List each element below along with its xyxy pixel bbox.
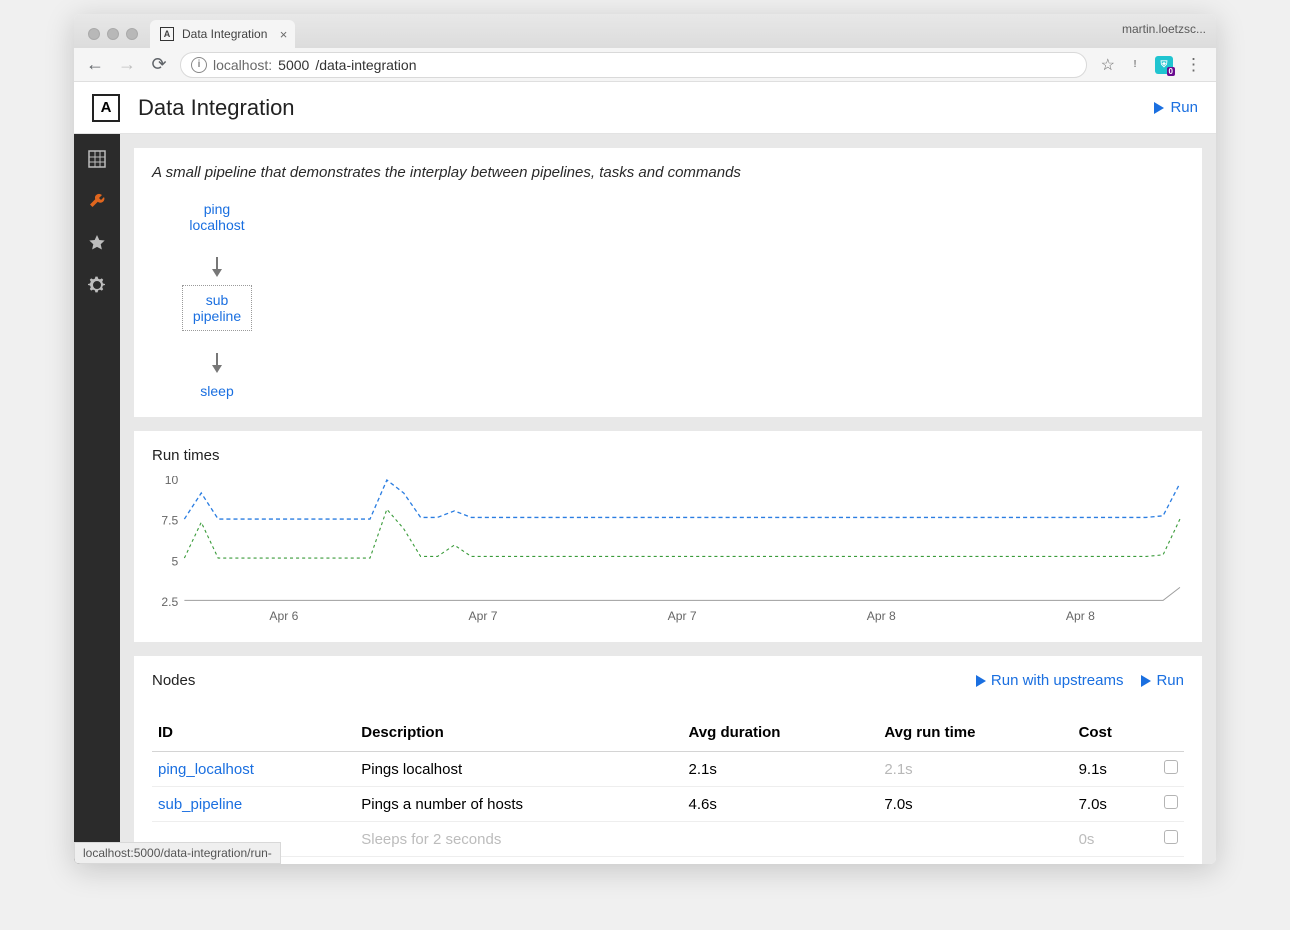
browser-window: A Data Integration × martin.loetzsc... ←… — [74, 14, 1216, 864]
run-nodes-label: Run — [1156, 672, 1184, 689]
arrow-down-icon — [212, 365, 222, 373]
pipeline-description: A small pipeline that demonstrates the i… — [152, 164, 1184, 181]
row-checkbox[interactable] — [1164, 830, 1178, 844]
run-nodes-button[interactable]: Run — [1141, 672, 1184, 689]
url-path: /data-integration — [315, 57, 416, 73]
zoom-dot[interactable] — [126, 28, 138, 40]
col-avg-duration[interactable]: Avg duration — [683, 714, 879, 752]
url-host: localhost: — [213, 57, 272, 73]
table-row: sub_pipelinePings a number of hosts4.6s7… — [152, 787, 1184, 822]
sidebar-gear-icon[interactable] — [86, 274, 108, 296]
arrow-down-icon — [212, 269, 222, 277]
run-upstreams-button[interactable]: Run with upstreams — [976, 672, 1124, 689]
node-cost: 9.1s — [1073, 752, 1158, 787]
pipeline-card: A small pipeline that demonstrates the i… — [134, 148, 1202, 417]
browser-tab[interactable]: A Data Integration × — [150, 20, 295, 48]
col-cost[interactable]: Cost — [1073, 714, 1158, 752]
node-runtime: 2.1s — [878, 752, 1072, 787]
app-header: A Data Integration Run — [74, 82, 1216, 134]
browser-menu-icon[interactable]: ⋮ — [1185, 55, 1202, 75]
run-upstreams-label: Run with upstreams — [991, 672, 1124, 689]
nodes-card: Nodes Run with upstreams Run IDDescripti — [134, 656, 1202, 864]
sidebar-star-icon[interactable] — [86, 232, 108, 254]
minimize-dot[interactable] — [107, 28, 119, 40]
nodes-heading: Nodes — [152, 672, 195, 689]
node-link[interactable]: ping_localhost — [158, 761, 254, 778]
svg-text:Apr 7: Apr 7 — [469, 610, 498, 624]
browser-toolbar: ← → ⟳ i localhost:5000/data-integration … — [74, 48, 1216, 82]
col-description[interactable]: Description — [355, 714, 682, 752]
sidebar — [74, 134, 120, 864]
node-duration: 2.1s — [683, 752, 879, 787]
favicon-icon: A — [160, 27, 174, 41]
extension-info-icon[interactable]: ! — [1127, 57, 1143, 73]
svg-text:5: 5 — [172, 555, 179, 569]
tab-title: Data Integration — [182, 27, 267, 41]
svg-text:Apr 8: Apr 8 — [867, 610, 896, 624]
node-duration: 4.6s — [683, 787, 879, 822]
runtimes-chart: 2.5 5 7.5 10 Apr 6 Apr 7 Apr 7 Apr 8 Apr 8 — [152, 476, 1184, 626]
content-area[interactable]: A small pipeline that demonstrates the i… — [120, 134, 1216, 864]
node-desc: Pings localhost — [355, 752, 682, 787]
page-title: Data Integration — [138, 95, 295, 121]
sidebar-grid-icon[interactable] — [86, 148, 108, 170]
col-avg-run-time[interactable]: Avg run time — [878, 714, 1072, 752]
svg-text:2.5: 2.5 — [161, 596, 178, 610]
profile-label[interactable]: martin.loetzsc... — [1122, 22, 1206, 36]
svg-text:Apr 6: Apr 6 — [269, 610, 298, 624]
back-button[interactable]: ← — [84, 54, 106, 75]
status-bar: localhost:5000/data-integration/run- — [74, 842, 281, 864]
close-dot[interactable] — [88, 28, 100, 40]
pipeline-graph: ping localhost sub pipeline sleep — [152, 199, 282, 401]
browser-tabstrip: A Data Integration × martin.loetzsc... — [74, 14, 1216, 48]
reload-button[interactable]: ⟳ — [148, 54, 170, 75]
runtimes-card: Run times 2.5 5 7.5 10 Apr 6 Apr 7 Apr 7 Apr 8 A… — [134, 431, 1202, 642]
run-label: Run — [1170, 99, 1198, 116]
row-checkbox[interactable] — [1164, 760, 1178, 774]
run-button[interactable]: Run — [1154, 99, 1198, 116]
row-checkbox[interactable] — [1164, 795, 1178, 809]
runtimes-heading: Run times — [152, 447, 1184, 464]
url-port: 5000 — [278, 57, 309, 73]
svg-text:Apr 7: Apr 7 — [668, 610, 697, 624]
window-controls — [84, 28, 144, 48]
table-row: ping_localhostPings localhost2.1s2.1s9.1… — [152, 752, 1184, 787]
site-info-icon[interactable]: i — [191, 57, 207, 73]
svg-text:10: 10 — [165, 476, 179, 487]
forward-button: → — [116, 54, 138, 75]
play-icon — [1154, 102, 1164, 114]
node-runtime: 7.0s — [878, 787, 1072, 822]
table-row: Sleeps for 2 seconds 0s — [152, 822, 1184, 857]
node-duration — [683, 822, 879, 857]
app-logo-icon[interactable]: A — [92, 94, 120, 122]
graph-node-subpipeline[interactable]: sub pipeline — [182, 285, 252, 331]
node-cost: 7.0s — [1073, 787, 1158, 822]
col-id[interactable]: ID — [152, 714, 355, 752]
graph-node-ping[interactable]: ping localhost — [183, 199, 250, 235]
node-cost: 0s — [1073, 822, 1158, 857]
node-runtime — [878, 822, 1072, 857]
svg-text:Apr 8: Apr 8 — [1066, 610, 1095, 624]
app-body: A small pipeline that demonstrates the i… — [74, 134, 1216, 864]
graph-node-sleep[interactable]: sleep — [194, 381, 239, 401]
play-icon — [1141, 675, 1151, 687]
play-icon — [976, 675, 986, 687]
address-bar[interactable]: i localhost: 5000/data-integration — [180, 52, 1087, 78]
nodes-table: IDDescriptionAvg durationAvg run timeCos… — [152, 714, 1184, 857]
col-checkbox — [1158, 714, 1184, 752]
node-desc: Sleeps for 2 seconds — [355, 822, 682, 857]
node-link[interactable]: sub_pipeline — [158, 796, 242, 813]
node-desc: Pings a number of hosts — [355, 787, 682, 822]
sidebar-wrench-icon[interactable] — [86, 190, 108, 212]
bookmark-icon[interactable]: ☆ — [1101, 55, 1115, 75]
nodes-header-row: Nodes Run with upstreams Run — [152, 672, 1184, 690]
extension-badge-icon[interactable]: ⛨0 — [1155, 56, 1173, 74]
svg-text:7.5: 7.5 — [161, 514, 178, 528]
close-tab-icon[interactable]: × — [280, 27, 288, 42]
